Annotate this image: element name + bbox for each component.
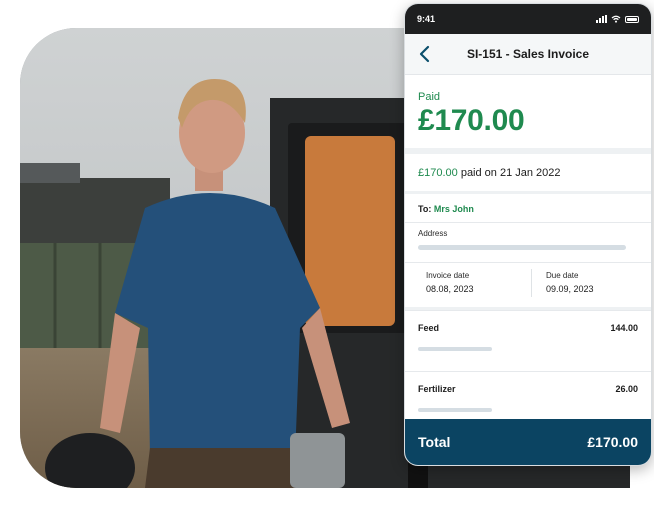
total-label: Total (418, 434, 451, 450)
invoice-header: SI-151 - Sales Invoice (405, 34, 651, 75)
payment-record-amount: £170.00 (418, 167, 458, 179)
back-chevron-icon[interactable] (417, 44, 435, 64)
dates-section: Invoice date 08.08, 2023 Due date 09.09,… (405, 262, 651, 307)
battery-icon (625, 15, 639, 23)
due-date: Due date 09.09, 2023 (531, 269, 651, 297)
invoice-date-label: Invoice date (426, 271, 470, 280)
address-section: Address (405, 222, 651, 262)
address-label: Address (418, 229, 448, 238)
due-date-label: Due date (546, 271, 579, 280)
recipient: To: Mrs John (405, 194, 651, 222)
recipient-name: Mrs John (433, 204, 474, 214)
address-placeholder (418, 245, 626, 250)
total-bar: Total £170.00 (405, 419, 651, 465)
line-item-name: Fertilizer (418, 384, 456, 394)
invoice-date-value: 08.08, 2023 (426, 284, 474, 294)
status-bar: 9:41 (405, 4, 651, 34)
payment-record: £170.00 paid on 21 Jan 2022 (405, 154, 651, 191)
wifi-icon (611, 15, 621, 23)
invoice-date: Invoice date 08.08, 2023 (405, 263, 531, 307)
line-item-amount: 144.00 (610, 323, 638, 333)
payment-record-text: paid on 21 Jan 2022 (457, 167, 561, 179)
line-item-placeholder (418, 408, 492, 412)
total-amount: £170.00 (587, 434, 638, 450)
due-date-value: 09.09, 2023 (546, 284, 594, 294)
line-item[interactable]: Feed 144.00 (405, 310, 651, 371)
paid-amount: £170.00 (418, 104, 525, 137)
line-item-name: Feed (418, 323, 440, 333)
line-item-placeholder (418, 347, 492, 351)
recipient-prefix: To: (418, 204, 434, 214)
paid-status: Paid (418, 91, 441, 103)
invoice-title: SI-151 - Sales Invoice (466, 47, 590, 61)
phone-mockup: 9:41 SI-151 - Sales Invoice Paid £170.00… (404, 3, 652, 466)
signal-icon (596, 15, 607, 23)
line-item-amount: 26.00 (615, 384, 638, 394)
status-time: 9:41 (417, 14, 436, 24)
status-icons (596, 15, 639, 23)
payment-summary: Paid £170.00 (405, 75, 651, 148)
